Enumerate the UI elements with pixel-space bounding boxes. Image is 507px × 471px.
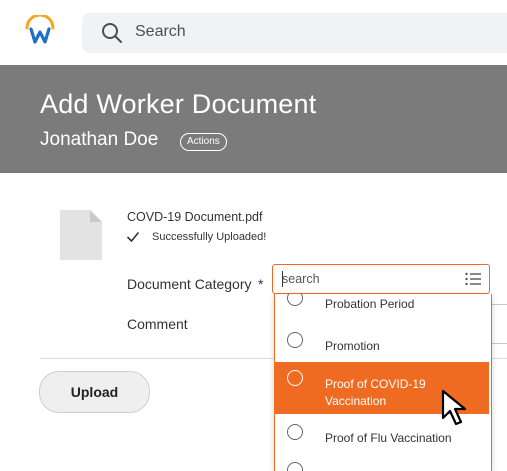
- option-label-line-2: Vaccination: [325, 394, 387, 408]
- search-placeholder: Search: [135, 23, 186, 40]
- option-label: Promotion: [325, 339, 380, 353]
- option-label: Probation Period: [325, 297, 415, 311]
- option-probation-period[interactable]: Probation Period: [275, 294, 489, 322]
- document-category-label: Document Category: [127, 276, 252, 292]
- option-label: Proof of Flu Vaccination: [325, 431, 452, 445]
- option-partial[interactable]: [275, 454, 489, 471]
- upload-button[interactable]: Upload: [39, 371, 150, 413]
- top-bar: Search: [0, 0, 507, 65]
- upload-status-text: Successfully Uploaded!: [152, 231, 267, 243]
- option-label: Proof of COVID-19 Vaccination: [325, 376, 426, 410]
- document-category-options: Probation Period Promotion Proof of COVI…: [274, 294, 492, 471]
- option-label-line-1: Proof of COVID-19: [325, 377, 426, 391]
- radio-button[interactable]: [287, 424, 303, 440]
- document-category-search-input[interactable]: search: [272, 264, 490, 294]
- global-search-bar[interactable]: Search: [82, 13, 507, 53]
- search-icon: [102, 23, 122, 43]
- add-worker-document-page: Search Add Worker Document Jonathan Doe …: [0, 0, 507, 471]
- required-marker: *: [258, 276, 264, 292]
- uploaded-file-name[interactable]: COVD-19 Document.pdf: [127, 210, 262, 224]
- radio-button[interactable]: [287, 462, 303, 471]
- option-promotion[interactable]: Promotion: [275, 324, 489, 360]
- category-search-placeholder: search: [282, 272, 320, 286]
- radio-button[interactable]: [287, 332, 303, 348]
- radio-button[interactable]: [287, 370, 303, 386]
- actions-button[interactable]: Actions: [180, 133, 227, 151]
- text-cursor: [282, 271, 283, 287]
- mouse-pointer-icon: [441, 389, 467, 426]
- document-icon: [60, 210, 102, 260]
- list-icon[interactable]: [465, 272, 481, 286]
- page-title: Add Worker Document: [40, 89, 317, 119]
- radio-button[interactable]: [287, 294, 303, 306]
- page-header: Add Worker Document Jonathan Doe Actions: [0, 65, 507, 173]
- comment-label: Comment: [127, 316, 188, 332]
- checkmark-icon: [127, 232, 139, 242]
- worker-name: Jonathan Doe: [40, 129, 159, 150]
- workday-logo-icon[interactable]: [24, 15, 56, 47]
